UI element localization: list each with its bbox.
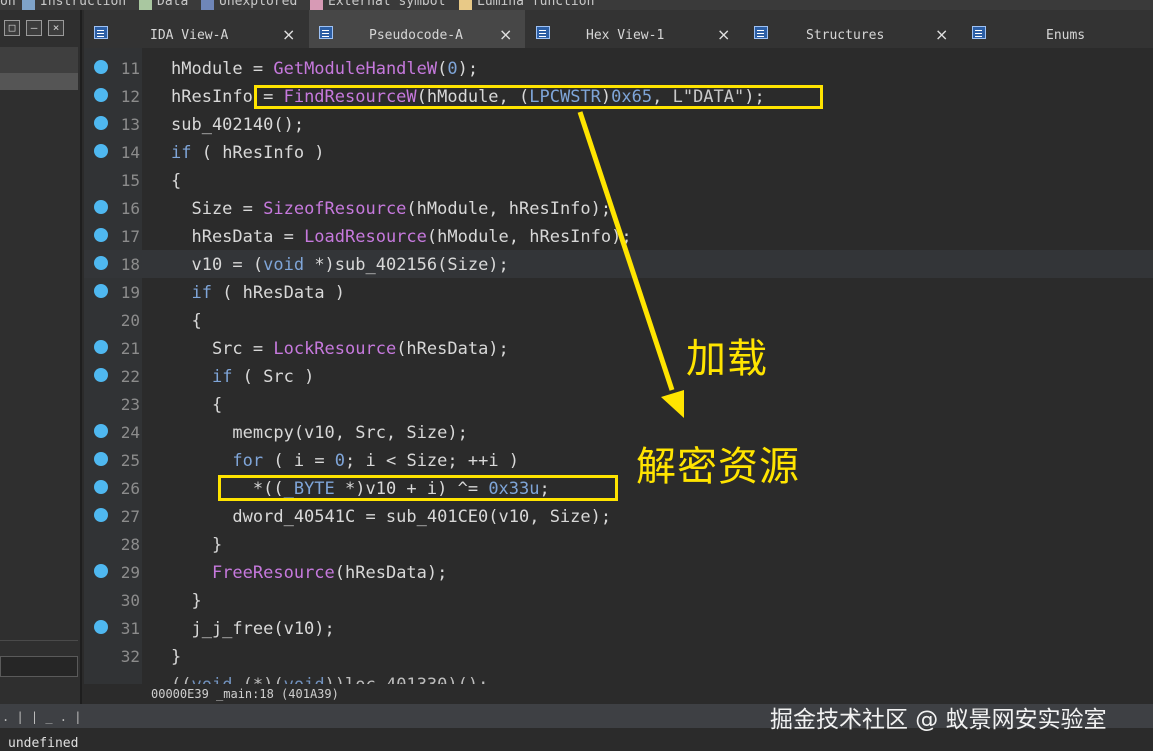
- annotation-arrow: [577, 111, 684, 418]
- watermark: 掘金技术社区 @ 蚁景网安实验室: [770, 707, 1107, 733]
- load-annotation: 加载: [686, 336, 768, 382]
- decrypt-annotation: 解密资源: [636, 444, 800, 490]
